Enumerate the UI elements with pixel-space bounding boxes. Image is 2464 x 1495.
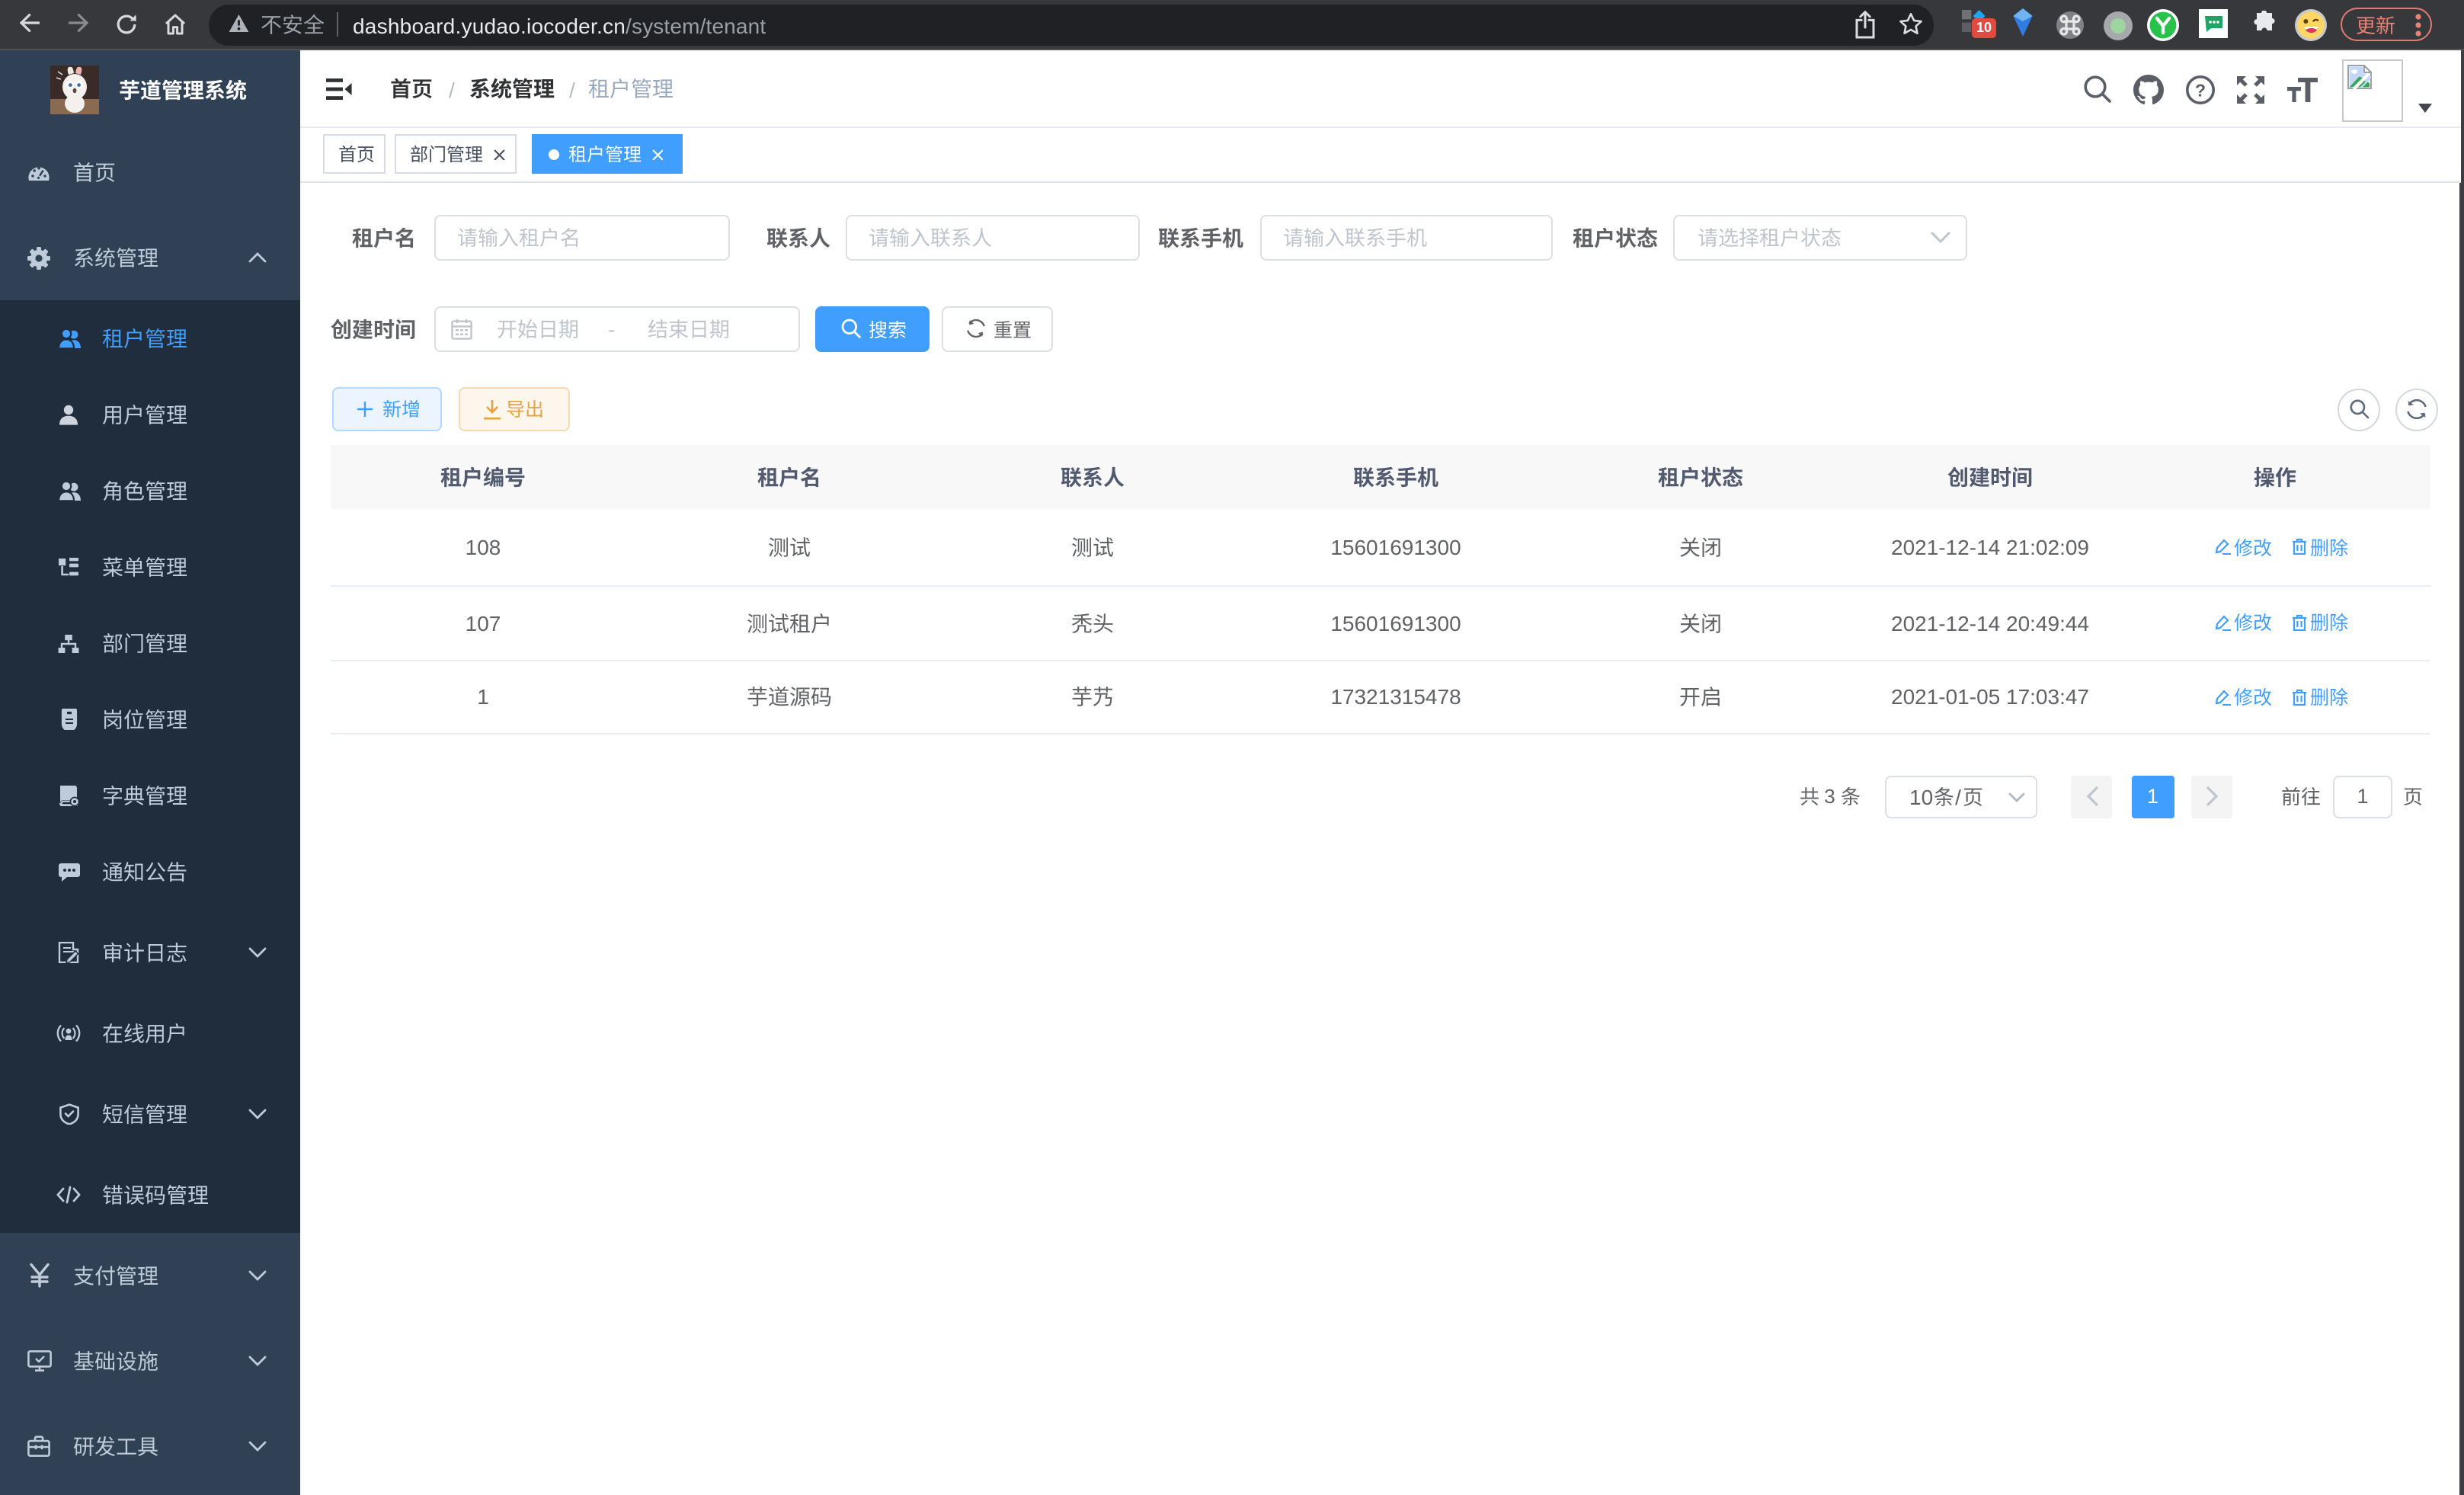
svg-text:?: ? bbox=[2195, 79, 2206, 99]
